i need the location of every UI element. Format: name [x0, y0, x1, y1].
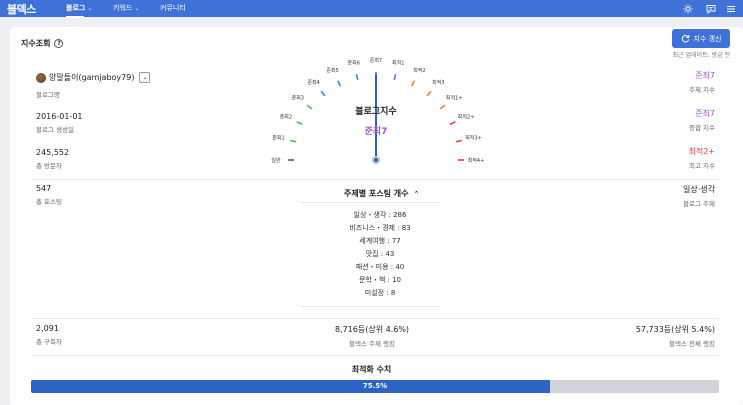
- stat-label: 종합 지수: [689, 124, 715, 132]
- stat-label: 블덱스 전체 랭킹: [669, 340, 715, 348]
- gauge-tick-label: 최적3: [432, 79, 444, 86]
- stat-value: 8,716등(상위 4.6%): [334, 325, 410, 334]
- blogger-selector[interactable]: 양말돌이(gamjaboy79) ⌄: [36, 72, 151, 83]
- optimization-progress-bar: 75.5%: [31, 380, 719, 393]
- nav-keyword[interactable]: 키워드 ⌄: [113, 3, 139, 13]
- nav-keyword-label: 키워드: [113, 4, 133, 12]
- nav-community-label: 커뮤니티: [160, 4, 186, 12]
- blog-index-gauge: 일반 준최1 준최2 준최3 준최4 준최5 준최6 준최7 최적1 최적2 최적3 최적1+ 최적2+…: [266, 52, 486, 192]
- gauge-tick-label: 준최7: [370, 57, 382, 64]
- menu-icon[interactable]: [725, 3, 736, 14]
- divider: [31, 355, 719, 356]
- topic-item: 문학・책 : 10: [358, 276, 402, 284]
- gauge-title: 블로그지수: [355, 107, 397, 117]
- chevron-down-icon: ⌄: [87, 4, 93, 12]
- stat-label: 주제 지수: [689, 86, 715, 94]
- gauge-tick-label: 최적4+: [468, 157, 485, 164]
- stat-value: 547: [36, 184, 52, 193]
- page-title-text: 지수조회: [21, 39, 51, 48]
- gauge-tick-label: 최적1: [392, 60, 404, 67]
- stat-label: 총 포스팅: [36, 198, 62, 206]
- topic-item: 맛집 : 43: [365, 250, 395, 258]
- topic-item: 일상・생각 : 286: [353, 211, 407, 219]
- stat-label: 블로그 생성일: [36, 126, 74, 134]
- gauge-tick: [393, 74, 397, 81]
- topic-item: 세계여행 : 77: [359, 237, 401, 245]
- gauge-tick-label: 준최6: [348, 60, 360, 67]
- gauge-tick-label: 일반: [271, 157, 281, 164]
- divider: [31, 318, 719, 319]
- refresh-index-button[interactable]: 지수 갱신: [672, 29, 730, 48]
- gauge-tick-label: 준최5: [326, 67, 338, 74]
- logo[interactable]: 블덱스: [7, 1, 36, 17]
- stat-label: 블덱스 주제 랭킹: [349, 340, 395, 348]
- gauge-tick: [337, 80, 342, 87]
- topic-item: 비즈니스・경제 : 83: [349, 224, 411, 232]
- top-nav-bar: 블덱스 블로그 ⌄ 키워드 ⌄ 커뮤니티: [0, 0, 743, 18]
- stat-label: 총 방문자: [36, 162, 62, 170]
- gauge-value: 준최7: [364, 127, 388, 137]
- chevron-down-icon: ⌄: [134, 4, 140, 12]
- stat-created-date: 2016-01-01 블로그 생성일: [36, 112, 83, 134]
- stat-total-ranking: 57,733등(상위 5.4%) 블덱스 전체 랭킹: [636, 324, 715, 348]
- stat-value: 일상·생각: [683, 185, 715, 194]
- stat-best-index: 최적2+ 최고 지수: [688, 146, 715, 170]
- stat-topic-index: 준최7 주제 지수: [689, 70, 715, 94]
- gauge-tick: [290, 139, 297, 143]
- stat-label: 최고 지수: [689, 162, 715, 170]
- stat-value: 57,733등(상위 5.4%): [635, 325, 715, 334]
- stat-value: 2,091: [36, 324, 59, 333]
- gauge-tick: [410, 80, 415, 87]
- stat-subscribers: 2,091 총 구독자: [36, 324, 62, 346]
- topics-title: 주제별 포스팅 개수: [344, 189, 409, 198]
- divider: [300, 306, 440, 307]
- topic-item: 미설정 : 8: [364, 289, 396, 297]
- theme-sun-icon[interactable]: [682, 3, 693, 14]
- divider: [31, 179, 719, 180]
- stat-value: 준최7: [695, 71, 715, 80]
- stat-value: 준최7: [695, 109, 715, 118]
- stat-label: 블로그 주제: [683, 200, 715, 208]
- gauge-tick-label: 준최4: [307, 79, 319, 86]
- avatar: [36, 72, 46, 83]
- gauge-tick-label: 최적2: [413, 67, 425, 74]
- progress-percent: 75.5%: [362, 382, 388, 390]
- message-icon[interactable]: [705, 3, 716, 14]
- stat-label: 총 구독자: [36, 338, 62, 346]
- nav-blog[interactable]: 블로그 ⌄: [66, 3, 93, 18]
- help-icon[interactable]: ?: [54, 39, 64, 48]
- stat-total-posts: 547 총 포스팅: [36, 184, 62, 206]
- stat-value: 최적2+: [688, 147, 715, 156]
- nav-blog-label: 블로그: [66, 4, 86, 12]
- gauge-tick: [455, 139, 462, 143]
- gauge-tick-label: 준최3: [292, 95, 304, 102]
- stat-value: 245,552: [36, 148, 70, 157]
- stat-value: 2016-01-01: [36, 112, 83, 121]
- refresh-index-label: 지수 갱신: [693, 34, 722, 43]
- gauge-tick-label: 최적1+: [446, 95, 463, 102]
- stat-topic-ranking: 8,716등(상위 4.6%) 블덱스 주제 랭킹: [302, 324, 442, 348]
- divider: [300, 202, 440, 203]
- optimization-title: 최적화 수치: [351, 365, 392, 374]
- chevron-up-icon: ⌃: [413, 189, 420, 198]
- topic-item: 패션・미용 : 40: [355, 263, 405, 271]
- stat-overall-index: 준최7 종합 지수: [689, 108, 715, 132]
- page-title: 지수조회 ?: [21, 38, 64, 49]
- topics-toggle[interactable]: 주제별 포스팅 개수 ⌃: [344, 188, 419, 199]
- blogger-name: 양말돌이(gamjaboy79): [49, 73, 135, 82]
- gauge-tick: [355, 74, 359, 81]
- gauge-tick: [320, 90, 326, 97]
- stat-total-visitors: 245,552 총 방문자: [36, 148, 69, 170]
- stat-blog-topic: 일상·생각 블로그 주제: [683, 184, 715, 208]
- chevron-down-icon[interactable]: ⌄: [139, 72, 151, 83]
- gauge-hub-center: [374, 158, 378, 162]
- gauge-tick: [426, 90, 432, 97]
- last-updated: 최근 업데이트: 방금 전: [672, 52, 730, 59]
- refresh-icon: [681, 34, 689, 43]
- blog-name-label: 블로그명: [36, 91, 60, 99]
- nav-community[interactable]: 커뮤니티: [160, 3, 186, 13]
